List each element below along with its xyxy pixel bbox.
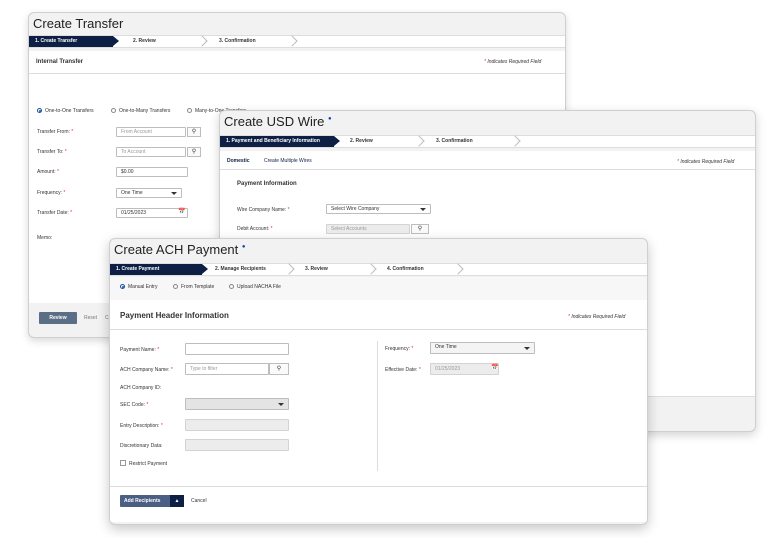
memo-label: Memo: bbox=[37, 235, 53, 241]
review-button[interactable]: Review bbox=[39, 312, 77, 324]
step-create-transfer[interactable]: 1. Create Transfer bbox=[29, 36, 119, 47]
header-info-area bbox=[110, 300, 647, 522]
step-bar: 1. Create Payment 2. Manage Recipients 3… bbox=[110, 263, 647, 276]
step-chevron-icon bbox=[510, 136, 520, 147]
required-note: * Indicates Required Field bbox=[568, 314, 626, 320]
step-confirmation[interactable]: 4. Confirmation bbox=[387, 264, 424, 275]
warning-icon: ▲ bbox=[170, 495, 184, 507]
frequency-label: Frequency: * bbox=[37, 190, 66, 196]
payment-name-input[interactable] bbox=[185, 343, 289, 355]
wire-company-select[interactable]: Select Wire Company bbox=[326, 204, 431, 214]
add-recipients-button[interactable]: Add Recipients ▲ bbox=[120, 495, 184, 507]
search-icon[interactable]: ⚲ bbox=[187, 147, 201, 157]
ach-frequency-select[interactable]: One Time bbox=[430, 342, 535, 354]
section-title: Payment Information bbox=[237, 181, 297, 187]
required-star: * bbox=[484, 59, 486, 65]
amount-input[interactable]: $0.00 bbox=[116, 167, 188, 177]
ach-frequency-label: Frequency: * bbox=[385, 346, 414, 352]
window-title: Create Transfer bbox=[33, 16, 124, 31]
restrict-payment-checkbox[interactable] bbox=[120, 460, 126, 466]
tab-create-multiple-wires[interactable]: Create Multiple Wires bbox=[264, 158, 312, 164]
entry-radio-template[interactable]: From Template bbox=[173, 284, 214, 290]
effective-date-input[interactable]: 01/25/2023 bbox=[430, 363, 499, 375]
transfer-type-radio-many[interactable]: One-to-Many Transfers bbox=[111, 108, 170, 114]
reset-link[interactable]: Reset bbox=[84, 315, 97, 321]
sec-code-select[interactable] bbox=[185, 398, 289, 410]
chevron-down-icon bbox=[420, 208, 426, 211]
entry-description-label: Entry Description: * bbox=[120, 423, 163, 429]
section-title: Payment Header Information bbox=[120, 311, 229, 320]
entry-radio-manual[interactable]: Manual Entry bbox=[120, 284, 157, 290]
section-title: Internal Transfer bbox=[36, 59, 84, 65]
step-review[interactable]: 2. Review bbox=[350, 136, 373, 147]
step-payment-beneficiary[interactable]: 1. Payment and Beneficiary Information bbox=[220, 136, 340, 147]
calendar-icon[interactable]: 📅 bbox=[491, 364, 498, 371]
ach-company-name-label: ACH Company Name: * bbox=[120, 367, 173, 373]
info-icon[interactable]: ● bbox=[328, 116, 332, 122]
step-bar: 1. Payment and Beneficiary Information 2… bbox=[220, 135, 755, 148]
transfer-to-input[interactable]: To Account bbox=[116, 147, 186, 157]
step-manage-recipients[interactable]: 2. Manage Recipients bbox=[215, 264, 266, 275]
search-icon[interactable]: ⚲ bbox=[269, 363, 289, 375]
search-icon[interactable]: ⚲ bbox=[187, 127, 201, 137]
frequency-select[interactable]: One Time bbox=[116, 188, 182, 198]
step-review[interactable]: 2. Review bbox=[133, 36, 156, 47]
transfer-from-input[interactable]: From Account bbox=[116, 127, 186, 137]
entry-description-input[interactable] bbox=[185, 419, 289, 431]
step-chevron-icon bbox=[414, 136, 424, 147]
step-chevron-icon bbox=[287, 36, 297, 47]
step-chevron-icon bbox=[284, 264, 294, 275]
window-title: Create USD Wire ● bbox=[224, 114, 332, 129]
step-chevron-icon bbox=[366, 264, 376, 275]
create-ach-window: Create ACH Payment ● 1. Create Payment 2… bbox=[109, 238, 648, 525]
calendar-icon[interactable]: 📅 bbox=[178, 208, 185, 215]
payment-name-label: Payment Name: * bbox=[120, 347, 160, 353]
transfer-type-radio-one[interactable]: One-to-One Transfers bbox=[37, 108, 94, 114]
divider bbox=[110, 329, 647, 330]
cancel-link[interactable]: Cancel bbox=[191, 498, 207, 504]
wire-company-label: Wire Company Name: * bbox=[237, 207, 290, 213]
divider bbox=[110, 486, 647, 487]
ach-company-id-label: ACH Company ID: bbox=[120, 385, 162, 391]
step-create-payment[interactable]: 1. Create Payment bbox=[110, 264, 208, 275]
transfer-from-label: Transfer From: * bbox=[37, 129, 74, 135]
discretionary-data-label: Discretionary Data: bbox=[120, 443, 163, 449]
step-bar: 1. Create Transfer 2. Review 3. Confirma… bbox=[29, 35, 565, 48]
step-confirmation[interactable]: 3. Confirmation bbox=[219, 36, 256, 47]
ach-form-panel: Manual Entry From Template Upload NACHA … bbox=[110, 277, 647, 522]
step-chevron-icon bbox=[197, 36, 207, 47]
amount-label: Amount: * bbox=[37, 169, 59, 175]
chevron-down-icon bbox=[278, 403, 284, 406]
required-note: * Indicates Required Field bbox=[677, 159, 735, 165]
transfer-to-label: Transfer To: * bbox=[37, 149, 67, 155]
required-note: * Indicates Required Field bbox=[484, 59, 542, 65]
entry-radio-nacha[interactable]: Upload NACHA File bbox=[229, 284, 281, 290]
sec-code-label: SEC Code: * bbox=[120, 402, 149, 408]
step-chevron-icon bbox=[453, 264, 463, 275]
info-icon[interactable]: ● bbox=[242, 244, 246, 250]
window-title: Create ACH Payment ● bbox=[114, 242, 246, 257]
ach-company-name-input[interactable]: Type to filter bbox=[185, 363, 269, 375]
divider bbox=[29, 73, 565, 74]
step-review[interactable]: 3. Review bbox=[305, 264, 328, 275]
debit-account-input[interactable]: Select Accounts bbox=[326, 224, 410, 234]
step-confirmation[interactable]: 3. Confirmation bbox=[436, 136, 473, 147]
chevron-down-icon bbox=[524, 347, 530, 350]
transfer-date-label: Transfer Date: * bbox=[37, 210, 73, 216]
search-icon[interactable]: ⚲ bbox=[411, 224, 429, 234]
discretionary-data-input[interactable] bbox=[185, 439, 289, 451]
tab-domestic[interactable]: Domestic bbox=[227, 158, 250, 164]
restrict-payment-label: Restrict Payment bbox=[129, 461, 168, 467]
effective-date-label: Effective Date: * bbox=[385, 367, 421, 373]
column-divider bbox=[377, 341, 378, 471]
chevron-down-icon bbox=[171, 192, 177, 195]
debit-account-label: Debit Account: * bbox=[237, 226, 273, 232]
divider bbox=[220, 169, 755, 170]
